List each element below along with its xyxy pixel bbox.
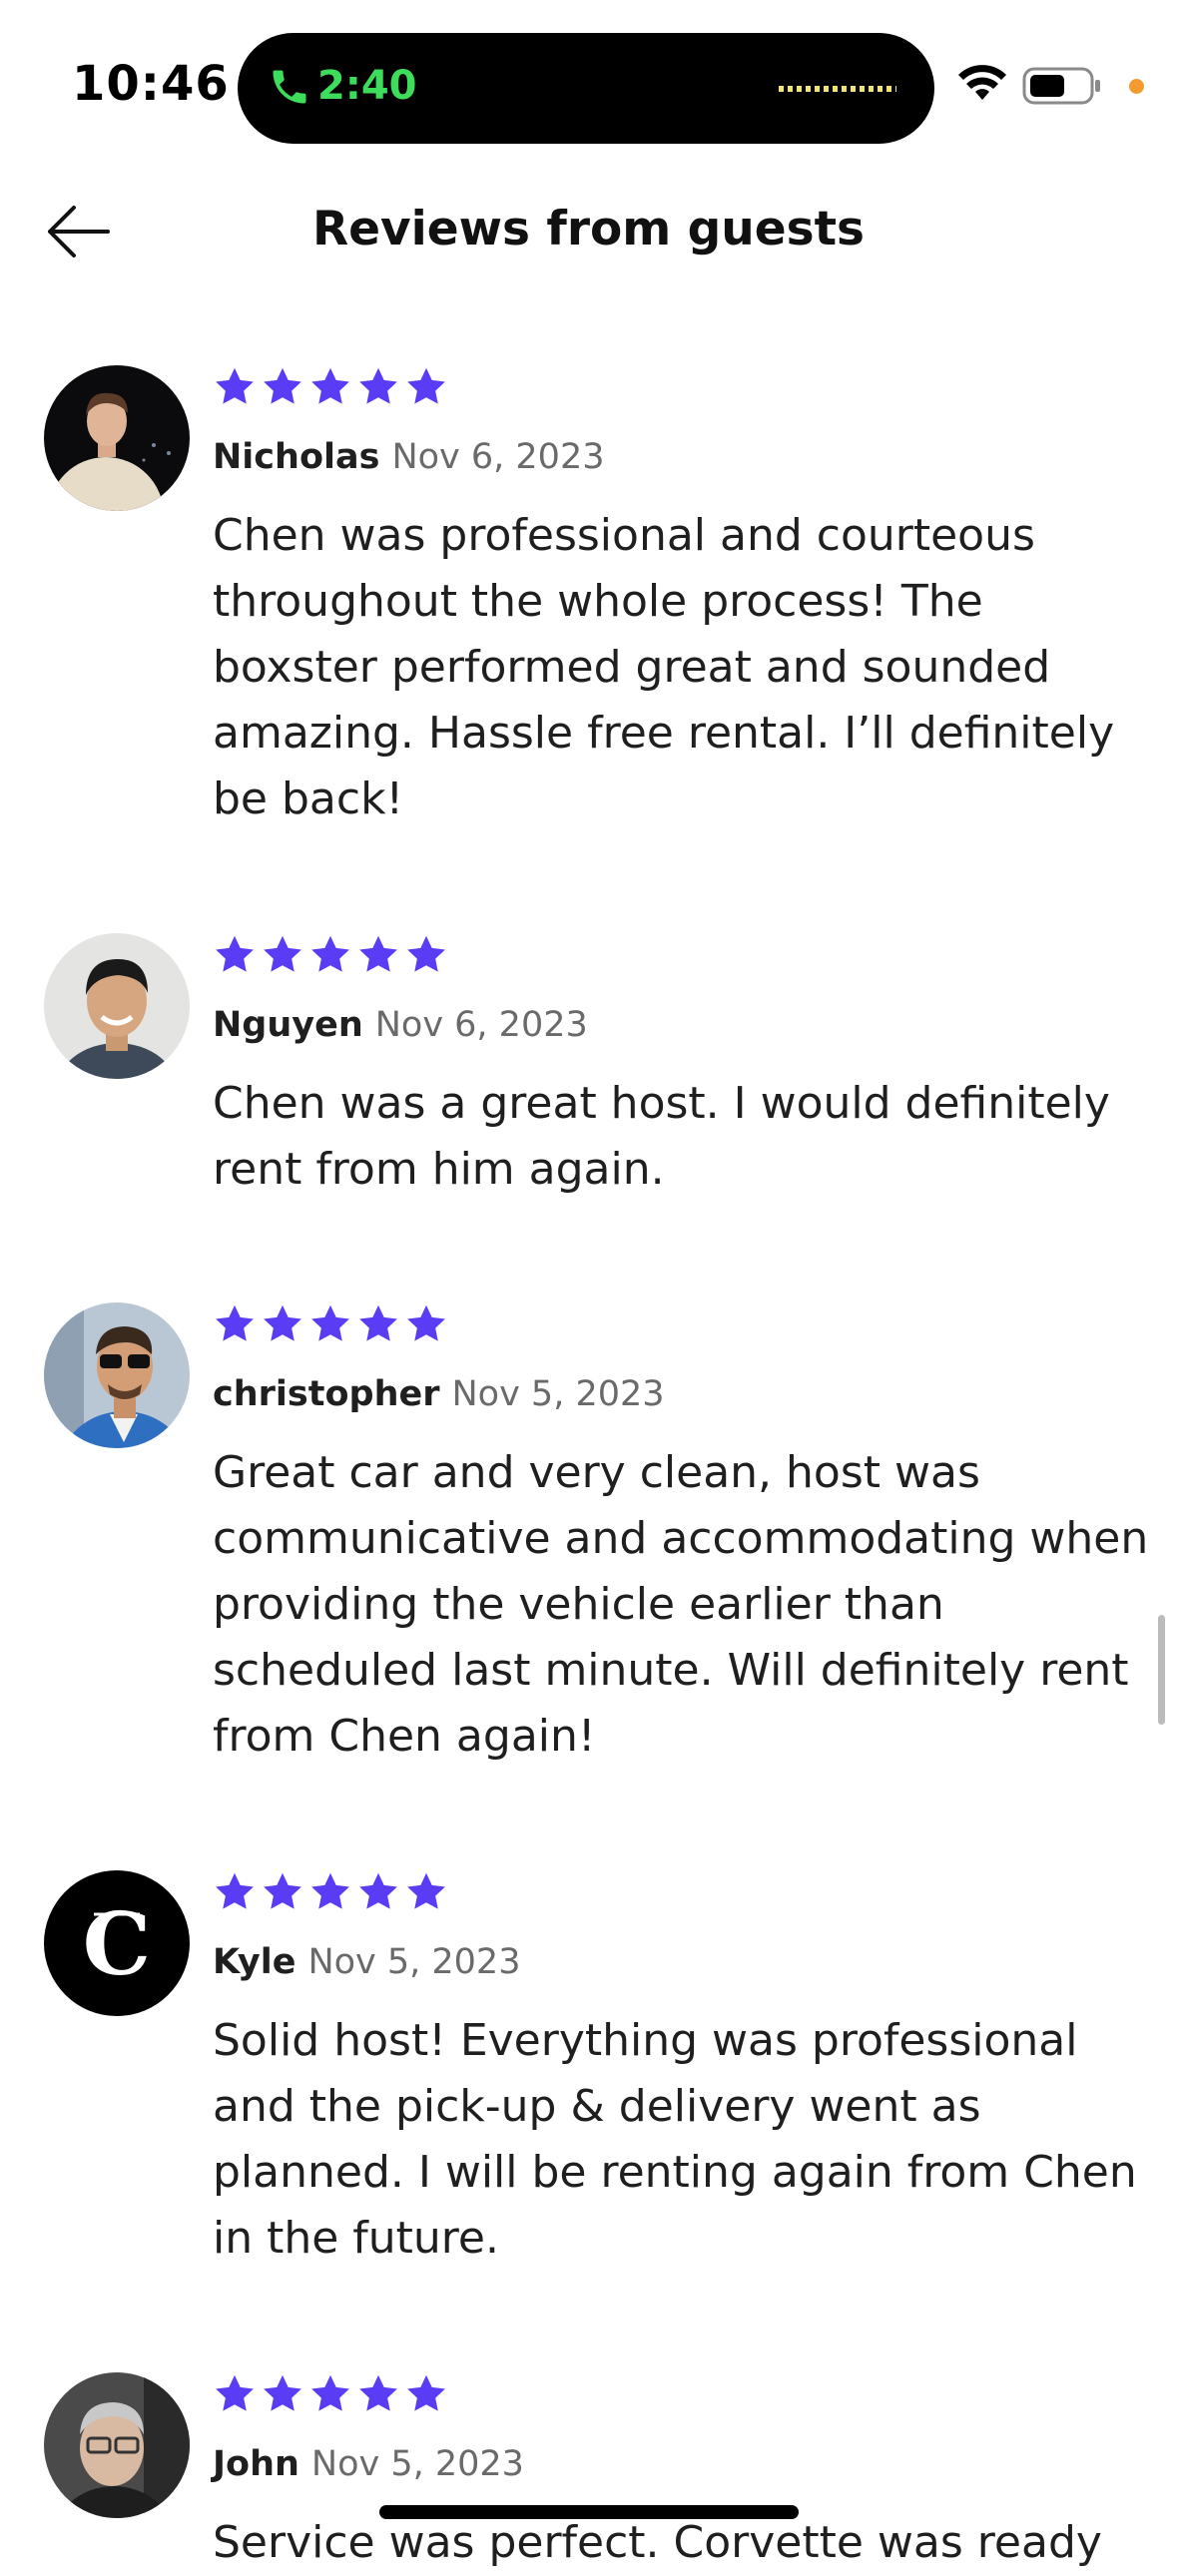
review-date: Nov 6, 2023 [391, 437, 605, 477]
avatar[interactable] [44, 2372, 190, 2518]
review-text: Solid host! Everything was professional … [213, 2015, 1137, 2264]
page-title: Reviews from guests [311, 202, 866, 257]
star-icon [216, 935, 254, 972]
review-date: Nov 6, 2023 [374, 1005, 588, 1045]
status-time: 10:46 [72, 56, 230, 112]
phone-icon [273, 70, 306, 104]
star-rating [213, 1302, 448, 1352]
star-icon [311, 1304, 349, 1341]
star-icon [264, 1304, 301, 1341]
star-icon [407, 935, 445, 972]
scrollbar[interactable] [1158, 1615, 1165, 1725]
battery-icon [1022, 67, 1100, 105]
review-meta: Nicholas Nov 6, 2023 [213, 437, 604, 477]
status-bar: 10:46 2:40 [0, 0, 1177, 150]
star-icon [216, 367, 254, 404]
review-date: Nov 5, 2023 [307, 1942, 521, 1982]
header: Reviews from guests [0, 170, 1177, 289]
dynamic-island-call[interactable]: 2:40 [238, 33, 934, 144]
review-text: Service was perfect. Corvette was ready [213, 2517, 1102, 2568]
audio-waveform [779, 86, 896, 92]
review-text: Chen was professional and courteous thro… [213, 510, 1115, 824]
star-icon [264, 1872, 301, 1909]
review-meta: Kyle Nov 5, 2023 [213, 1942, 520, 1982]
star-icon [216, 2374, 254, 2411]
call-timer: 2:40 [317, 63, 417, 109]
reviewer-name[interactable]: christopher [213, 1374, 440, 1414]
star-rating [213, 2372, 448, 2422]
review-text: Chen was a great host. I would definitel… [213, 1078, 1110, 1195]
star-icon [407, 2374, 445, 2411]
review-text: Great car and very clean, host was commu… [213, 1447, 1149, 1762]
star-icon [264, 935, 301, 972]
star-icon [216, 1304, 254, 1341]
star-icon [311, 935, 349, 972]
avatar[interactable] [44, 933, 190, 1079]
reviewer-name[interactable]: Nicholas [213, 437, 379, 477]
star-icon [311, 367, 349, 404]
avatar[interactable] [44, 1302, 190, 1448]
wifi-icon [958, 65, 1006, 100]
star-rating [213, 1870, 448, 1920]
star-icon [264, 2374, 301, 2411]
star-icon [264, 367, 301, 404]
star-rating [213, 365, 448, 415]
reviewer-name[interactable]: Nguyen [213, 1005, 363, 1045]
star-icon [407, 1872, 445, 1909]
review-meta: Nguyen Nov 6, 2023 [213, 1005, 588, 1045]
star-icon [359, 1304, 397, 1341]
review-date: Nov 5, 2023 [451, 1374, 665, 1414]
privacy-indicator-dot [1129, 79, 1144, 94]
star-icon [359, 935, 397, 972]
star-icon [359, 367, 397, 404]
svg-text:C: C [83, 1894, 151, 1995]
review-date: Nov 5, 2023 [310, 2444, 524, 2484]
review-meta: John Nov 5, 2023 [213, 2444, 524, 2484]
star-icon [359, 1872, 397, 1909]
review-meta: christopher Nov 5, 2023 [213, 1374, 665, 1414]
reviewer-name[interactable]: John [213, 2444, 299, 2484]
star-icon [407, 1304, 445, 1341]
avatar[interactable] [44, 365, 190, 511]
avatar[interactable]: C [44, 1870, 190, 2016]
star-icon [359, 2374, 397, 2411]
home-indicator[interactable] [379, 2505, 799, 2519]
star-icon [407, 367, 445, 404]
reviewer-name[interactable]: Kyle [213, 1942, 295, 1982]
star-icon [216, 1872, 254, 1909]
star-icon [311, 1872, 349, 1909]
star-icon [311, 2374, 349, 2411]
star-rating [213, 933, 448, 983]
